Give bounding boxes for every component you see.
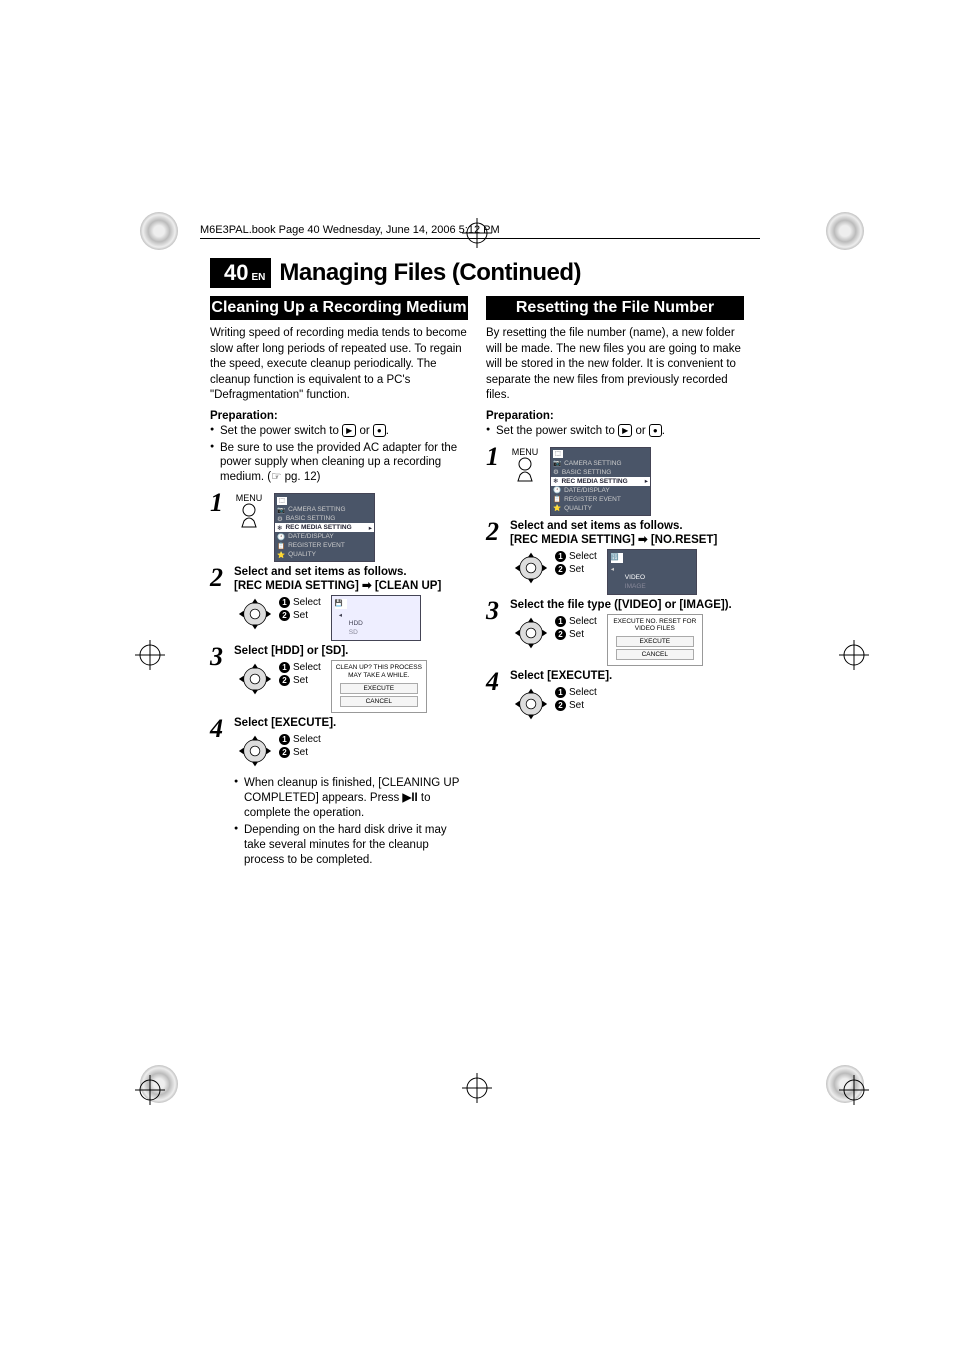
registration-rosette (140, 212, 178, 250)
joystick-icon (510, 685, 552, 723)
registration-mark-icon (839, 640, 869, 670)
note-item: When cleanup is finished, [CLEANING UP C… (234, 776, 468, 821)
step-number: 3 (486, 599, 504, 622)
joystick-labels: 1Select 2Set (555, 685, 597, 723)
step-title: Select [HDD] or [SD]. (234, 645, 468, 657)
step-number: 4 (486, 670, 504, 693)
joystick-labels: 1Select 2Set (279, 595, 321, 633)
page-lang: EN (251, 272, 265, 283)
joystick-icon (234, 660, 276, 698)
play-mode-icon: ▶ (342, 424, 356, 437)
preparation-list: Set the power switch to ▶ or ●. (486, 424, 744, 439)
step-title: Select [EXECUTE]. (510, 670, 744, 682)
rec-mode-icon: ● (649, 424, 662, 437)
registration-mark-icon (462, 1073, 492, 1103)
step-title: Select and set items as follows. [REC ME… (234, 566, 468, 592)
preparation-list: Set the power switch to ▶ or ●. Be sure … (210, 424, 468, 486)
joystick-icon (234, 595, 276, 633)
menu-button-graphic: MENU (510, 447, 540, 483)
hand-press-icon (234, 503, 264, 529)
step-number: 1 (486, 445, 504, 468)
joystick-labels: 1Select 2Set (555, 614, 597, 652)
step-number: 4 (210, 717, 228, 740)
step-number: 1 (210, 491, 228, 514)
registration-mark-icon (135, 1075, 165, 1105)
intro-text: Writing speed of recording media tends t… (210, 326, 468, 404)
registration-mark-icon (135, 640, 165, 670)
joystick-icon (510, 614, 552, 652)
section-heading-cleanup: Cleaning Up a Recording Medium (210, 296, 468, 320)
joystick-labels: 1Select 2Set (555, 549, 597, 587)
step-number: 2 (486, 520, 504, 543)
osd-dialog-screenshot: EXECUTE NO. RESET FOR VIDEO FILES EXECUT… (607, 614, 703, 667)
intro-text: By resetting the file number (name), a n… (486, 326, 744, 404)
joystick-labels: 1Select 2Set (279, 732, 321, 770)
step-title: Select the file type ([VIDEO] or [IMAGE]… (510, 599, 744, 611)
osd-menu-screenshot: ⬚ 📷 CAMERA SETTING ⚙ BASIC SETTING ❄ REC… (274, 493, 375, 562)
preparation-label: Preparation: (486, 410, 744, 422)
osd-submenu-screenshot: 🔢 ◂ VIDEO IMAGE (607, 549, 697, 595)
joystick-labels: 1Select 2Set (279, 660, 321, 698)
osd-submenu-screenshot: 💾 ◂ HDD SD (331, 595, 421, 641)
osd-dialog-screenshot: CLEAN UP? THIS PROCESS MAY TAKE A WHILE.… (331, 660, 427, 713)
preparation-label: Preparation: (210, 410, 468, 422)
registration-mark-icon (462, 218, 492, 248)
section-heading-reset: Resetting the File Number (486, 296, 744, 320)
joystick-icon (234, 732, 276, 770)
step-number: 3 (210, 645, 228, 668)
joystick-icon (510, 549, 552, 587)
registration-mark-icon (839, 1075, 869, 1105)
osd-menu-screenshot: ⬚ 📷 CAMERA SETTING ⚙ BASIC SETTING ❄ REC… (550, 447, 651, 516)
step-title: Select and set items as follows. [REC ME… (510, 520, 744, 546)
registration-rosette (826, 212, 864, 250)
hand-press-icon (510, 457, 540, 483)
step-title: Select [EXECUTE]. (234, 717, 468, 729)
rec-mode-icon: ● (373, 424, 386, 437)
page-number: 40 (224, 260, 248, 286)
play-mode-icon: ▶ (618, 424, 632, 437)
page-number-badge: 40 EN (210, 258, 271, 288)
prep-item: Be sure to use the provided AC adapter f… (210, 441, 468, 486)
notes-list: When cleanup is finished, [CLEANING UP C… (234, 776, 468, 868)
prep-item: Set the power switch to ▶ or ●. (486, 424, 744, 439)
page-title: Managing Files (Continued) (279, 259, 581, 287)
menu-button-graphic: MENU (234, 493, 264, 529)
prep-item: Set the power switch to ▶ or ●. (210, 424, 468, 439)
note-item: Depending on the hard disk drive it may … (234, 823, 468, 868)
step-number: 2 (210, 566, 228, 589)
